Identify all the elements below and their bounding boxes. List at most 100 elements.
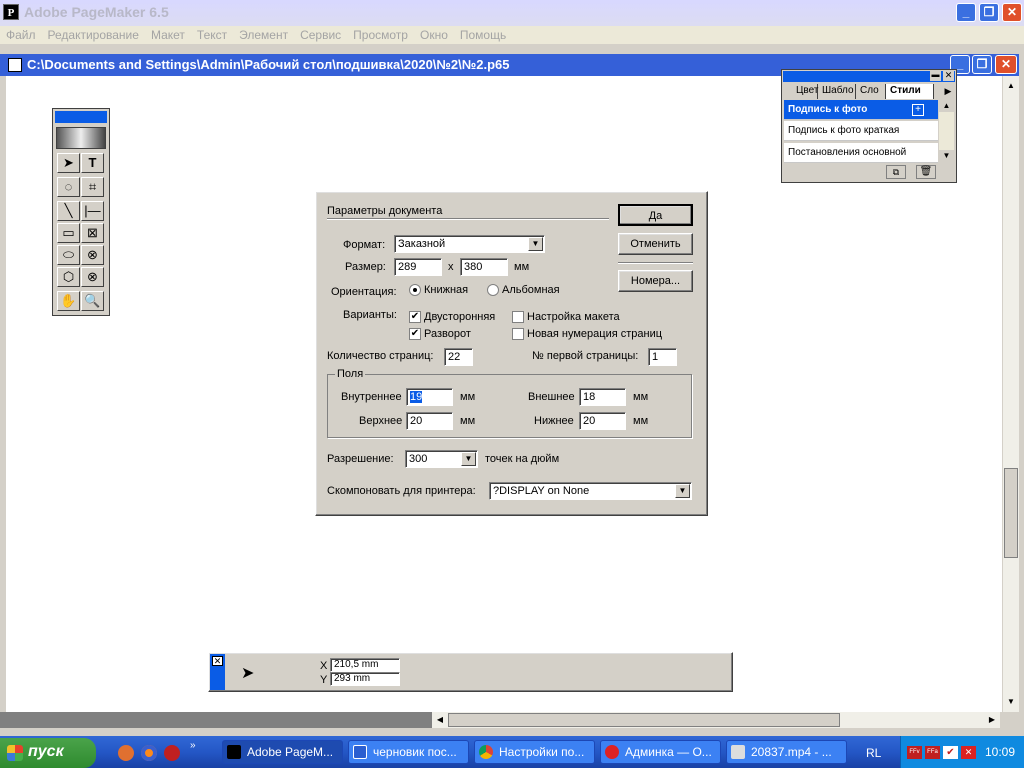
page-icons-area [0,712,432,728]
menu-element[interactable]: Элемент [233,26,294,42]
zoom-tool-icon[interactable]: 🔍 [81,291,104,311]
ellipse-tool-icon[interactable]: ⬭ [57,245,80,265]
x-label: X [320,660,328,672]
system-tray: FFv FFa ✔ ✕ 10:09 [900,736,1024,768]
double-sided-checkbox[interactable]: ✔ [409,311,421,323]
menu-window[interactable]: Окно [414,26,454,42]
first-page-field[interactable]: 1 [648,348,677,366]
menu-view[interactable]: Просмотр [347,26,414,42]
cancel-button[interactable]: Отменить [618,233,693,255]
resolution-select[interactable]: 300 ▼ [405,450,478,468]
delete-style-icon[interactable]: 🗑 [916,165,936,179]
doc-close-icon[interactable]: ✕ [995,55,1017,74]
language-indicator[interactable]: RL [866,746,881,760]
menu-file[interactable]: Файл [0,26,42,42]
task-word[interactable]: черновик пос... [348,740,469,764]
palette-minimize-icon[interactable]: ▬ [930,71,941,81]
app-title: Adobe PageMaker 6.5 [24,4,169,20]
pointer-tool-icon[interactable]: ➤ [57,153,80,173]
style-item-photo-caption-short[interactable]: Подпись к фото краткая [784,121,938,141]
scroll-down-icon[interactable]: ▼ [1003,694,1019,710]
menu-layout[interactable]: Макет [145,26,191,42]
text-tool-icon[interactable]: T [81,153,104,173]
start-button[interactable]: пуск [0,738,96,768]
minimize-icon[interactable]: _ [956,3,976,22]
bottom-field[interactable]: 20 [579,412,626,430]
pages-count-field[interactable]: 22 [444,348,473,366]
rotate-tool-icon[interactable]: ◌ [57,177,80,197]
printer-select[interactable]: ?DISPLAY on None ▼ [489,482,692,500]
firefox-icon[interactable] [141,745,157,761]
polygon-frame-tool-icon[interactable]: ⊗ [81,267,104,287]
tab-layers[interactable]: Сло [856,84,886,99]
restore-icon[interactable]: ❐ [979,3,999,22]
chevron-down-icon[interactable]: ▼ [461,452,476,466]
tab-styles[interactable]: Стили [886,84,934,99]
facing-pages-label: Разворот [424,328,471,340]
pointer-proxy-icon[interactable]: ➤ [241,663,254,683]
constrained-line-tool-icon[interactable]: |— [81,201,104,221]
format-select[interactable]: Заказной ▼ [394,235,545,253]
restart-numbering-checkbox[interactable] [512,328,524,340]
portrait-radio[interactable] [409,284,421,296]
scroll-left-icon[interactable]: ◀ [432,712,448,728]
quicklaunch-app-icon[interactable] [118,745,134,761]
task-chrome[interactable]: Настройки по... [474,740,595,764]
facing-pages-checkbox[interactable]: ✔ [409,328,421,340]
pages-count-label: Количество страниц: [327,350,434,362]
scroll-up-icon[interactable]: ▲ [1003,78,1019,94]
tray-app-icon[interactable]: FFa [925,746,940,759]
palette-arrow-icon[interactable]: ▶ [942,84,954,99]
polygon-tool-icon[interactable]: ⬡ [57,267,80,287]
palette-scrollbar[interactable]: ▲ ▼ [939,100,954,162]
height-field[interactable]: 380 [460,258,508,276]
top-field[interactable]: 20 [406,412,453,430]
rectangle-frame-tool-icon[interactable]: ⊠ [81,223,104,243]
menu-utilities[interactable]: Сервис [294,26,347,42]
width-field[interactable]: 289 [394,258,442,276]
task-media[interactable]: 20837.mp4 - ... [726,740,847,764]
tray-antivirus-icon[interactable]: ✔ [943,746,958,759]
palette-close-icon[interactable]: ✕ [943,71,954,81]
numbers-button[interactable]: Номера... [618,270,693,292]
tab-master-pages[interactable]: Шабло [818,84,856,99]
horizontal-scrollbar[interactable]: ◀ ▶ [432,712,1000,728]
palette-scroll-up-icon[interactable]: ▲ [939,100,954,112]
x-position-field[interactable]: 210,5 mm [330,658,400,672]
menu-edit[interactable]: Редактирование [42,26,145,42]
tab-colors[interactable]: Цвет [792,84,818,99]
inner-field[interactable]: 19 [406,388,453,406]
opera-icon[interactable] [164,745,180,761]
outer-field[interactable]: 18 [579,388,626,406]
vertical-scrollbar[interactable]: ▲ ▼ [1003,76,1019,712]
scroll-right-icon[interactable]: ▶ [984,712,1000,728]
toolbox-title-bar[interactable] [55,111,107,123]
show-more-icon[interactable]: » [190,740,196,751]
control-close-icon[interactable]: ✕ [212,656,223,666]
adjust-layout-checkbox[interactable] [512,311,524,323]
new-style-icon[interactable]: ⧉ [886,165,906,179]
tray-app-icon[interactable]: FFv [907,746,922,759]
menu-type[interactable]: Текст [191,26,233,42]
rectangle-tool-icon[interactable]: ▭ [57,223,80,243]
horizontal-scroll-thumb[interactable] [448,713,840,727]
ok-button[interactable]: Да [618,204,693,226]
margins-label: Поля [335,368,366,380]
hand-tool-icon[interactable]: ✋ [57,291,80,311]
doc-restore-icon[interactable]: ❐ [972,55,992,74]
ellipse-frame-tool-icon[interactable]: ⊗ [81,245,104,265]
y-position-field[interactable]: 293 mm [330,672,400,686]
chevron-down-icon[interactable]: ▼ [675,484,690,498]
vertical-scroll-thumb[interactable] [1004,468,1018,558]
palette-scroll-down-icon[interactable]: ▼ [939,150,954,162]
close-icon[interactable]: ✕ [1002,3,1022,22]
style-item-decisions-main[interactable]: Постановления основной [784,143,938,163]
task-pagemaker[interactable]: Adobe PageM... [222,740,343,764]
task-opera[interactable]: Админка — О... [600,740,721,764]
tray-network-icon[interactable]: ✕ [961,746,976,759]
menu-help[interactable]: Помощь [454,26,512,42]
chevron-down-icon[interactable]: ▼ [528,237,543,251]
line-tool-icon[interactable]: ╲ [57,201,80,221]
landscape-radio[interactable] [487,284,499,296]
crop-tool-icon[interactable]: ⌗ [81,177,104,197]
